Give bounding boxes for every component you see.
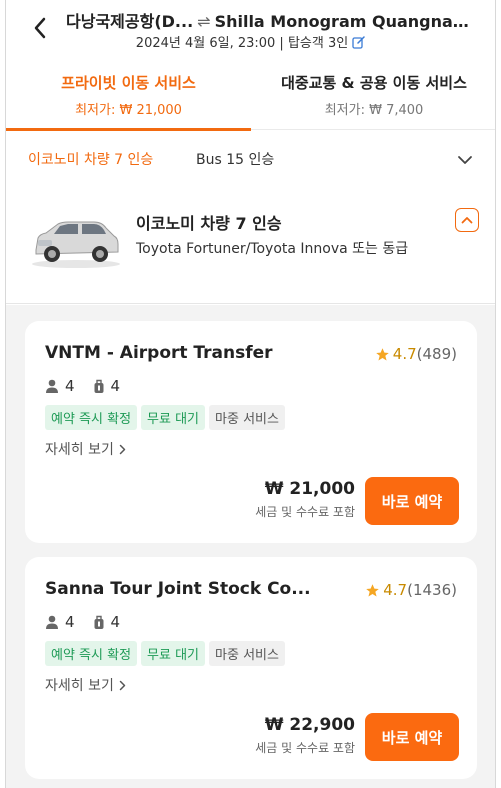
tab-min-price: 최저가: ₩ 21,000 [75,103,182,118]
price: ₩ 21,000 [264,479,355,499]
vehicle-type-option-bus[interactable]: Bus 15 인승 [196,149,274,169]
tab-private-transfer[interactable]: 프라이빗 이동 서비스 최저가: ₩ 21,000 [6,62,251,131]
passenger-capacity: 4 [45,613,75,631]
tag-instant-confirm: 예약 즉시 확정 [45,641,138,666]
tag-meet-and-greet: 마중 서비스 [209,641,285,666]
passenger-count: 4 [65,377,75,395]
provider-name: Sanna Tour Joint Stock Co... [45,579,311,599]
vehicle-title: 이코노미 차량 7 인승 [136,214,282,233]
vehicle-description: Toyota Fortuner/Toyota Innova 또는 동급 [136,241,409,257]
passenger-count: 4 [65,613,75,631]
chevron-up-icon[interactable] [455,208,479,232]
tag-free-waiting: 무료 대기 [141,641,206,666]
book-now-button[interactable]: 바로 예약 [365,713,459,761]
tab-min-price: 최저가: ₩ 7,400 [324,103,424,118]
rating-value: 4.7 [383,581,408,599]
rating: 4.7 (1436) [365,581,457,599]
tab-label: 대중교통 & 공용 이동 서비스 [281,74,467,92]
details-link[interactable]: 자세히 보기 [45,675,126,695]
chevron-right-icon [119,680,126,690]
luggage-icon [94,379,104,393]
tag-instant-confirm: 예약 즉시 확정 [45,405,138,430]
edit-icon[interactable] [352,36,365,53]
review-count: (489) [416,345,457,363]
book-now-button[interactable]: 바로 예약 [365,477,459,525]
offer-list: VNTM - Airport Transfer 4.7 (489) 4 4 예약… [6,305,495,788]
trip-summary-text: 2024년 4월 6일, 23:00 | 탑승객 3인 [135,36,349,51]
fee-note: 세금 및 수수료 포함 [255,505,355,519]
chevron-right-icon [119,444,126,454]
star-icon [376,347,389,360]
tab-public-transport[interactable]: 대중교통 & 공용 이동 서비스 최저가: ₩ 7,400 [251,62,495,130]
vehicle-type-selected[interactable]: 이코노미 차량 7 인승 [28,149,153,169]
header: 다낭국제공항(D... ⇌ Shilla Monogram Quangnam ...… [6,0,495,58]
tag-free-waiting: 무료 대기 [141,405,206,430]
service-tabs: 프라이빗 이동 서비스 최저가: ₩ 21,000 대중교통 & 공용 이동 서… [6,62,495,131]
feature-tags: 예약 즉시 확정 무료 대기 마중 서비스 [45,641,289,666]
passenger-capacity: 4 [45,377,75,395]
luggage-capacity: 4 [93,377,121,395]
review-count: (1436) [407,581,457,599]
origin-label: 다낭국제공항(D... [66,12,194,31]
vehicle-info: 이코노미 차량 7 인승 Toyota Fortuner/Toyota Inno… [6,194,495,304]
app-frame: 다낭국제공항(D... ⇌ Shilla Monogram Quangnam ...… [5,0,496,788]
fee-note: 세금 및 수수료 포함 [255,741,355,755]
trip-summary[interactable]: 2024년 4월 6일, 23:00 | 탑승객 3인 [6,32,495,53]
active-tab-indicator [6,128,251,131]
rating-value: 4.7 [392,345,417,363]
feature-tags: 예약 즉시 확정 무료 대기 마중 서비스 [45,405,289,430]
luggage-icon [94,615,104,629]
luggage-capacity: 4 [93,613,121,631]
capacity: 4 4 [45,377,138,395]
vehicle-type-filter: 이코노미 차량 7 인승 Bus 15 인승 [6,140,495,178]
details-label: 자세히 보기 [45,678,114,694]
swap-icon[interactable]: ⇌ [197,12,210,31]
tab-label: 프라이빗 이동 서비스 [61,74,196,92]
rating: 4.7 (489) [375,345,457,363]
details-label: 자세히 보기 [45,442,114,458]
capacity: 4 4 [45,613,138,631]
star-icon [366,583,379,596]
destination-label: Shilla Monogram Quangnam ... [214,12,484,31]
car-image [28,210,124,270]
offer-card[interactable]: VNTM - Airport Transfer 4.7 (489) 4 4 예약… [25,321,477,543]
provider-name: VNTM - Airport Transfer [45,343,273,363]
luggage-count: 4 [110,377,121,395]
chevron-down-icon[interactable] [457,150,473,169]
details-link[interactable]: 자세히 보기 [45,439,126,459]
route-title: 다낭국제공항(D... ⇌ Shilla Monogram Quangnam ... [66,8,484,32]
person-icon [46,379,58,393]
tag-meet-and-greet: 마중 서비스 [209,405,285,430]
person-icon [46,615,58,629]
offer-card[interactable]: Sanna Tour Joint Stock Co... 4.7 (1436) … [25,557,477,779]
luggage-count: 4 [110,613,121,631]
price: ₩ 22,900 [264,715,355,735]
